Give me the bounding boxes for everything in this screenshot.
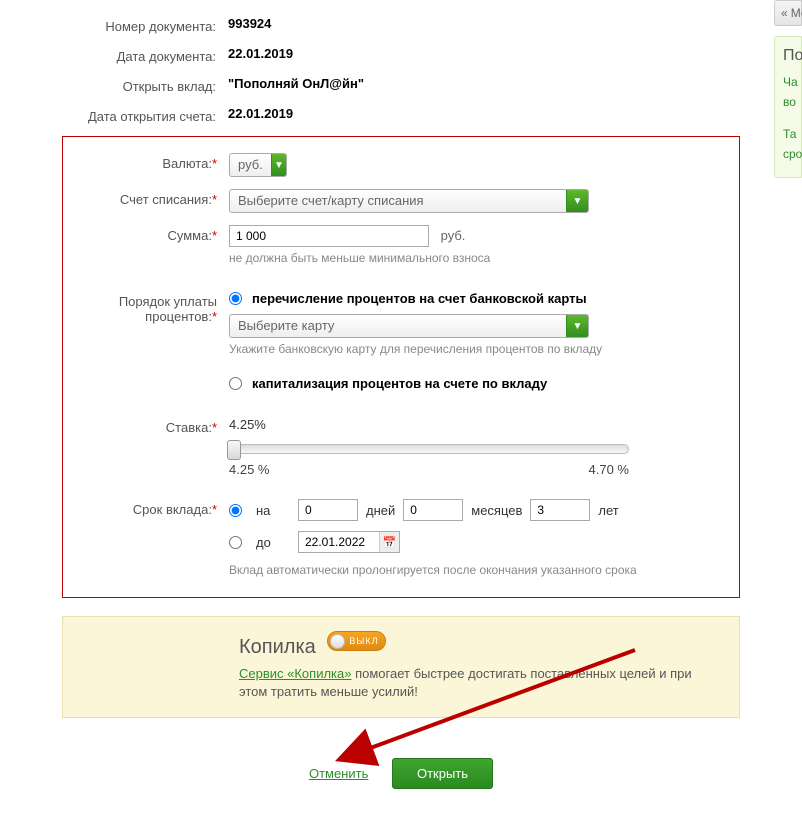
toggle-knob bbox=[330, 634, 345, 649]
currency-label: Валюта:* bbox=[63, 153, 229, 171]
open-deposit-label: Открыть вклад: bbox=[0, 76, 228, 94]
term-until-radio[interactable] bbox=[229, 536, 242, 549]
open-date: 22.01.2019 bbox=[228, 106, 802, 121]
side-link-1[interactable]: Ча bbox=[783, 75, 797, 89]
chevron-down-icon: ▼ bbox=[271, 154, 286, 176]
rate-value: 4.25% bbox=[229, 417, 719, 432]
side-title: По bbox=[783, 47, 797, 65]
term-years-label: лет bbox=[598, 503, 618, 518]
form-box: Валюта:* руб. ▼ Счет списания:* Выберите… bbox=[62, 136, 740, 598]
rate-label: Ставка:* bbox=[63, 417, 229, 435]
term-years-input[interactable] bbox=[530, 499, 590, 521]
doc-date: 22.01.2019 bbox=[228, 46, 802, 61]
open-button[interactable]: Открыть bbox=[392, 758, 493, 789]
calendar-icon[interactable]: 📅 bbox=[379, 532, 399, 552]
term-days-label: дней bbox=[366, 503, 395, 518]
term-until-label: до bbox=[256, 535, 290, 550]
interest-transfer-label: перечисление процентов на счет банковско… bbox=[252, 291, 587, 306]
interest-order-label: Порядок уплаты процентов:* bbox=[63, 291, 229, 324]
kopilka-title: Копилка bbox=[239, 636, 316, 659]
interest-transfer-radio[interactable] bbox=[229, 292, 242, 305]
term-months-label: месяцев bbox=[471, 503, 522, 518]
term-hint: Вклад автоматически пролонгируется после… bbox=[229, 563, 719, 577]
actions-bar: Отменить Открыть bbox=[0, 758, 802, 789]
kopilka-panel: Копилка ВЫКЛ Сервис «Копилка» помогает б… bbox=[62, 616, 740, 718]
term-for-label: на bbox=[256, 503, 290, 518]
rate-slider[interactable] bbox=[229, 444, 629, 454]
debit-account-label: Счет списания:* bbox=[63, 189, 229, 207]
term-label: Срок вклада:* bbox=[63, 499, 229, 517]
sum-label: Сумма:* bbox=[63, 225, 229, 243]
open-date-label: Дата открытия счета: bbox=[0, 106, 228, 124]
debit-account-placeholder: Выберите счет/карту списания bbox=[230, 190, 566, 212]
sum-hint: не должна быть меньше минимального взнос… bbox=[229, 251, 719, 265]
term-for-radio[interactable] bbox=[229, 504, 242, 517]
side-link-3[interactable]: Та bbox=[783, 127, 797, 141]
kopilka-toggle[interactable]: ВЫКЛ bbox=[327, 631, 385, 651]
card-dropdown[interactable]: Выберите карту ▼ bbox=[229, 314, 589, 338]
interest-cap-label: капитализация процентов на счете по вкла… bbox=[252, 376, 547, 391]
term-date-field[interactable]: 📅 bbox=[298, 531, 400, 553]
side-info-box: По Ча во Та сро bbox=[774, 36, 802, 178]
toggle-label: ВЫКЛ bbox=[349, 636, 378, 646]
term-date-input[interactable] bbox=[299, 532, 379, 552]
side-button-mo[interactable]: « Мо bbox=[774, 0, 802, 26]
term-months-input[interactable] bbox=[403, 499, 463, 521]
card-hint: Укажите банковскую карту для перечислени… bbox=[229, 342, 719, 356]
chevron-down-icon: ▼ bbox=[566, 315, 588, 337]
rate-min: 4.25 % bbox=[229, 462, 269, 477]
rate-max: 4.70 % bbox=[589, 462, 629, 477]
kopilka-link[interactable]: Сервис «Копилка» bbox=[239, 666, 351, 681]
currency-value: руб. bbox=[230, 154, 271, 176]
slider-thumb[interactable] bbox=[227, 440, 241, 460]
card-placeholder: Выберите карту bbox=[230, 315, 566, 337]
debit-account-dropdown[interactable]: Выберите счет/карту списания ▼ bbox=[229, 189, 589, 213]
open-deposit-name: "Пополняй ОнЛ@йн" bbox=[228, 76, 802, 91]
cancel-button[interactable]: Отменить bbox=[309, 766, 368, 781]
doc-date-label: Дата документа: bbox=[0, 46, 228, 64]
interest-cap-radio[interactable] bbox=[229, 377, 242, 390]
side-panel: « Мо По Ча во Та сро bbox=[774, 0, 802, 300]
sum-unit: руб. bbox=[441, 228, 466, 243]
side-link-4[interactable]: сро bbox=[783, 147, 797, 161]
doc-number-label: Номер документа: bbox=[0, 16, 228, 34]
sum-input[interactable] bbox=[229, 225, 429, 247]
chevron-down-icon: ▼ bbox=[566, 190, 588, 212]
term-days-input[interactable] bbox=[298, 499, 358, 521]
side-link-2[interactable]: во bbox=[783, 95, 797, 109]
doc-number: 993924 bbox=[228, 16, 802, 31]
currency-dropdown[interactable]: руб. ▼ bbox=[229, 153, 287, 177]
